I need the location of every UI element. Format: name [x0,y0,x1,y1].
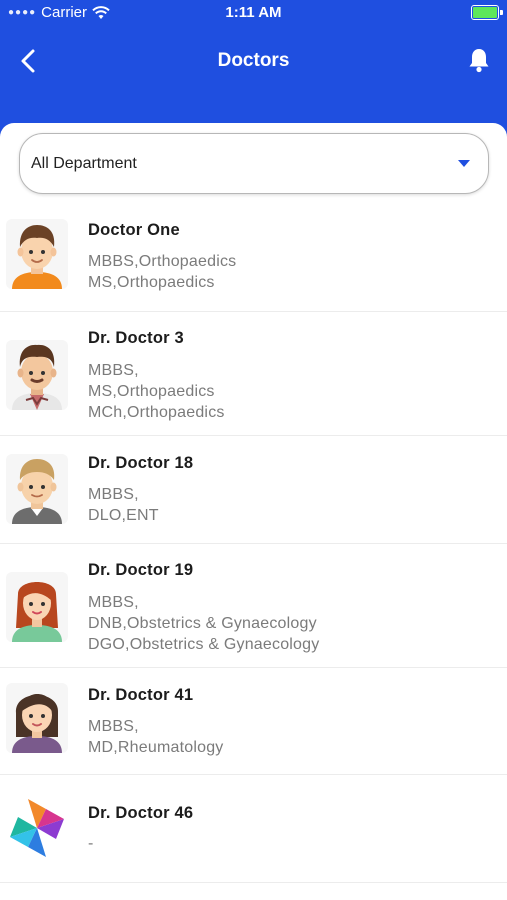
nav-bar: Doctors [0,28,507,92]
qualification-line: MBBS, [88,486,139,503]
male-doctor-avatar-icon [6,340,68,410]
doctor-list-item[interactable]: Dr. Doctor 19 MBBS, DNB,Obstetrics & Gyn… [0,544,507,668]
doctor-name: Dr. Doctor 41 [88,686,194,704]
qualification-line: DGO,Obstetrics & Gynaecology [88,636,320,653]
content-sheet: All Department Doctor One MBBS,Orthopaed… [0,123,507,900]
doctor-name: Dr. Doctor 19 [88,561,194,579]
status-time: 1:11 AM [225,4,282,21]
qualification-line: DNB,Obstetrics & Gynaecology [88,615,317,632]
doctor-list-item[interactable]: Doctor One MBBS,Orthopaedics MS,Orthopae… [0,211,507,312]
qualification-line: DLO,ENT [88,507,159,524]
qualification-line: MBBS,Orthopaedics [88,253,237,270]
doctor-qualifications: MBBS,Orthopaedics MS,Orthopaedics [88,251,236,293]
qualification-line: MBBS, [88,718,139,735]
qualification-line: MS,Orthopaedics [88,274,215,291]
doctor-qualifications: MBBS, DLO,ENT [88,484,159,526]
doctor-list-item[interactable]: Dr. Doctor 18 MBBS, DLO,ENT [0,436,507,544]
doctor-qualifications: MBBS, MD,Rheumatology [88,716,224,758]
male-doctor-avatar-icon [6,219,68,289]
battery-icon [471,5,503,20]
doctor-name: Dr. Doctor 3 [88,329,184,347]
doctor-list-item[interactable]: Dr. Doctor 3 MBBS, MS,Orthopaedics MCh,O… [0,312,507,436]
doctor-qualifications: MBBS, DNB,Obstetrics & Gynaecology DGO,O… [88,592,319,655]
doctor-qualifications: MBBS, MS,Orthopaedics MCh,Orthopaedics [88,360,225,423]
doctor-name: Doctor One [88,221,180,239]
caret-down-icon [458,160,470,167]
qualification-line: - [88,835,94,852]
pinwheel-logo-icon [10,799,64,857]
female-doctor-avatar-icon [6,683,68,753]
qualification-line: MBBS, [88,594,139,611]
doctor-list: Doctor One MBBS,Orthopaedics MS,Orthopae… [0,211,507,883]
department-value: All Department [31,155,137,172]
notifications-button[interactable] [465,46,493,74]
qualification-line: MBBS, [88,362,139,379]
status-bar: ●●●● Carrier 1:11 AM [0,0,507,28]
department-dropdown[interactable]: All Department [19,133,489,194]
bell-icon [469,49,489,73]
doctor-qualifications: - [88,833,94,854]
male-doctor-avatar-icon [6,454,68,524]
female-doctor-avatar-icon [6,572,68,642]
doctor-name: Dr. Doctor 46 [88,804,194,822]
doctor-list-item[interactable]: Dr. Doctor 41 MBBS, MD,Rheumatology [0,668,507,775]
qualification-line: MD,Rheumatology [88,739,224,756]
qualification-line: MS,Orthopaedics [88,383,215,400]
doctor-list-item[interactable]: Dr. Doctor 46 - [0,775,507,883]
qualification-line: MCh,Orthopaedics [88,404,225,421]
doctor-name: Dr. Doctor 18 [88,454,194,472]
page-title: Doctors [217,50,290,71]
